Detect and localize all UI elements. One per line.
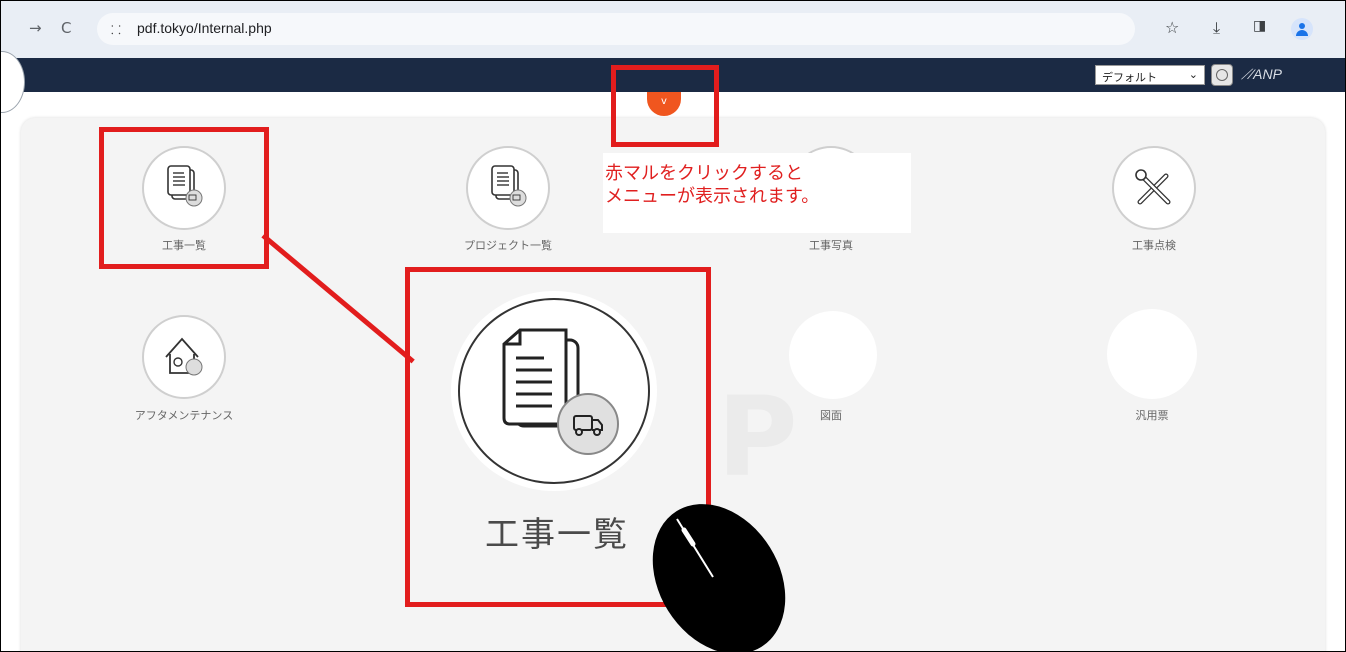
tile-label-koji-shashin: 工事写真 — [809, 239, 853, 252]
settings-circle-button[interactable] — [1211, 64, 1233, 86]
profile-avatar-icon[interactable] — [1291, 18, 1313, 40]
annotation-callout: 赤マルをクリックすると メニューが表示されます。 — [603, 153, 911, 233]
address-bar[interactable]: ⸬ pdf.tokyo/Internal.php — [97, 13, 1135, 45]
tile-label-zumen: 図面 — [820, 409, 842, 422]
zoom-tile-label: 工事一覧 — [485, 515, 629, 555]
highlight-tile-box — [99, 127, 269, 269]
tile-label-hanyohyo: 汎用票 — [1135, 409, 1169, 422]
callout-line-2: メニューが表示されます。 — [605, 186, 820, 207]
layout-select[interactable]: デフォルト ⌄ — [1095, 65, 1205, 85]
chevron-down-icon: ⌄ — [1188, 68, 1198, 81]
tile-koji-tenken[interactable] — [1112, 146, 1196, 230]
tile-hanyohyo[interactable] — [1107, 309, 1197, 399]
reload-icon[interactable]: C — [61, 19, 71, 37]
callout-line-1: 赤マルをクリックすると — [605, 163, 803, 184]
highlight-toggle-box — [611, 65, 719, 147]
layout-select-value: デフォルト — [1102, 71, 1157, 84]
mouse-illustration — [652, 504, 786, 651]
documents-truck-icon-large — [502, 328, 619, 455]
bookmark-star-icon[interactable]: ☆ — [1165, 18, 1179, 37]
side-panel-icon[interactable]: ◨ — [1253, 18, 1266, 34]
tile-label-after-maintenance: アフタメンテナンス — [134, 409, 234, 422]
forward-arrow-icon[interactable]: → — [29, 19, 42, 37]
tile-project-ichiran[interactable] — [466, 146, 550, 230]
documents-truck-icon — [491, 165, 527, 207]
tools-icon — [1135, 169, 1171, 205]
zoom-tile-koji-ichiran — [458, 298, 650, 484]
download-icon[interactable]: ⤓ — [1213, 18, 1220, 38]
tile-zumen[interactable] — [789, 311, 877, 399]
anp-logo: ⟋⁄ANP — [1241, 66, 1282, 82]
browser-toolbar: → C ⸬ pdf.tokyo/Internal.php ☆ ⤓ ◨ — [1, 1, 1345, 58]
tile-label-project-ichiran: プロジェクト一覧 — [464, 239, 552, 252]
url-text: pdf.tokyo/Internal.php — [137, 20, 272, 36]
site-settings-icon[interactable]: ⸬ — [111, 21, 121, 38]
tile-label-koji-tenken: 工事点検 — [1132, 239, 1176, 252]
tile-after-maintenance[interactable] — [142, 315, 226, 399]
screenshot-frame: → C ⸬ pdf.tokyo/Internal.php ☆ ⤓ ◨ デフォルト… — [0, 0, 1346, 652]
watermark-logo: P — [717, 373, 798, 501]
house-tools-icon — [165, 337, 203, 376]
